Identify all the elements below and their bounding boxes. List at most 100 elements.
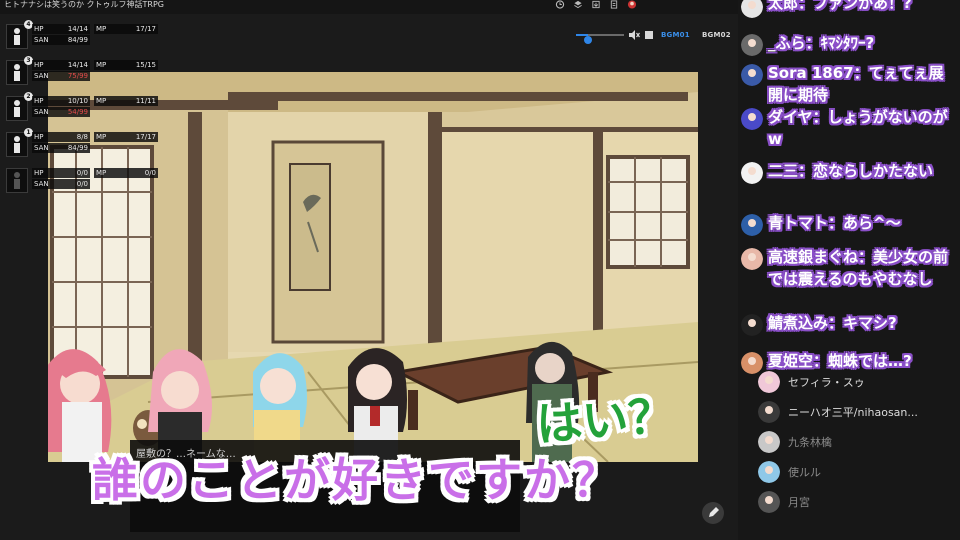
member-avatar-icon (758, 491, 780, 513)
avatar-icon[interactable] (627, 0, 637, 9)
user-avatar-icon (741, 214, 763, 236)
san-value[interactable]: 54/99 (68, 107, 88, 117)
hp-label: HP (34, 25, 44, 33)
member-avatar-icon (758, 431, 780, 453)
character-status-5[interactable]: HP 0/0 MP 0/0 SAN 0/0 (6, 168, 158, 193)
san-value[interactable]: 75/99 (68, 71, 88, 81)
chat-message-text: Sora 1867：てぇてぇ展開に期待 (768, 62, 958, 106)
member-avatar-icon (758, 461, 780, 483)
member-avatar-icon (758, 371, 780, 393)
edit-button[interactable] (702, 502, 724, 524)
san-value[interactable]: 84/99 (68, 35, 88, 45)
mp-value[interactable]: 0/0 (145, 168, 156, 178)
chat-message: 高速銀まぐね：美少女の前では震えるのもやむなし (738, 246, 960, 316)
member-avatar (758, 371, 780, 393)
hp-label: HP (34, 133, 44, 141)
user-avatar-icon (741, 108, 763, 130)
member-item[interactable]: 使ルル (738, 457, 960, 487)
chat-message-text: ダイヤ：しょうがないのがw (768, 106, 958, 150)
member-avatar (758, 491, 780, 513)
member-name: ニーハオ三平/nihaosan... (788, 406, 918, 419)
hp-value[interactable]: 8/8 (77, 132, 88, 142)
hp-value[interactable]: 14/14 (68, 24, 88, 34)
chat-avatar (741, 162, 763, 184)
member-avatar (758, 401, 780, 423)
hp-label: HP (34, 97, 44, 105)
mp-label: MP (96, 169, 107, 177)
chat-author: 鯖煮込み (768, 314, 829, 332)
pencil-icon (709, 507, 719, 517)
member-list: セフィラ・スゥニーハオ三平/nihaosan... 九条林檎使ルル月宮 (738, 367, 960, 517)
chat-message: 二三：恋ならしかたない (738, 160, 960, 208)
member-name: 九条林檎 (788, 436, 832, 449)
chat-message-text: 二三：恋ならしかたない (768, 160, 958, 182)
layers-icon[interactable] (573, 0, 583, 9)
character-figure-icon (14, 100, 20, 117)
member-item[interactable]: 九条林檎 (738, 427, 960, 457)
character-portrait[interactable] (6, 168, 28, 193)
member-avatar (758, 431, 780, 453)
mp-value[interactable]: 17/17 (136, 132, 156, 142)
chat-message: Sora 1867：てぇてぇ展開に期待 (738, 62, 960, 110)
character-stats: HP 10/10 MP 11/11 SAN 54/99 (32, 96, 158, 118)
character-status-3[interactable]: 2 HP 10/10 MP 11/11 SAN 54/99 (6, 92, 158, 121)
character-status-2[interactable]: 3 HP 14/14 MP 15/15 SAN 75/99 (6, 56, 158, 85)
hp-value[interactable]: 14/14 (68, 60, 88, 70)
san-value[interactable]: 0/0 (77, 179, 88, 189)
chat-author: Sora 1867 (768, 64, 854, 82)
mp-label: MP (96, 133, 107, 141)
member-name: 使ルル (788, 466, 821, 479)
mp-value[interactable]: 15/15 (136, 60, 156, 70)
chat-message-text: 青トマト：あら^～ (768, 212, 958, 234)
clock-icon[interactable] (555, 0, 565, 9)
san-label: SAN (34, 144, 49, 152)
chat-message-text: 鯖煮込み：キマシ? (768, 312, 958, 334)
user-avatar-icon (741, 34, 763, 56)
chat-message-text: 太郎：ファンかあ！? (768, 0, 958, 14)
chat-body: ：キマシ? (828, 314, 897, 332)
character-status-1[interactable]: 4 HP 14/14 MP 17/17 SAN 84/99 (6, 20, 158, 49)
user-avatar-icon (741, 248, 763, 270)
character-figure-icon (14, 64, 20, 81)
volume-handle[interactable] (584, 36, 592, 44)
hp-label: HP (34, 169, 44, 177)
toolbar (555, 0, 637, 9)
san-label: SAN (34, 180, 49, 188)
user-avatar-icon (741, 314, 763, 336)
member-item[interactable]: 月宮 (738, 487, 960, 517)
chat-author: 二三 (768, 162, 799, 180)
chat-author: 太郎 (768, 0, 799, 12)
character-stats: HP 14/14 MP 17/17 SAN 84/99 (32, 24, 158, 46)
chat-message: ダイヤ：しょうがないのがw (738, 106, 960, 154)
chat-message: 青トマト：あら^～ (738, 212, 960, 238)
character-stats: HP 8/8 MP 17/17 SAN 84/99 (32, 132, 158, 154)
mp-value[interactable]: 17/17 (136, 24, 156, 34)
export-icon[interactable] (591, 0, 601, 9)
chat-body: ：ファンかあ！? (798, 0, 912, 12)
chat-avatar (741, 214, 763, 236)
bgm02-button[interactable]: BGM02 (702, 31, 731, 39)
document-icon[interactable] (609, 0, 619, 9)
user-avatar-icon (741, 162, 763, 184)
hp-value[interactable]: 0/0 (77, 168, 88, 178)
mp-label: MP (96, 97, 107, 105)
user-avatar-icon (741, 0, 763, 18)
chat-avatar (741, 314, 763, 336)
member-item[interactable]: セフィラ・スゥ (738, 367, 960, 397)
caption-main: 誰のことが好きですか？ (92, 453, 620, 507)
character-figure-icon (14, 136, 20, 153)
mp-label: MP (96, 25, 107, 33)
stop-icon[interactable] (645, 31, 653, 39)
mp-value[interactable]: 11/11 (136, 96, 156, 106)
mute-icon[interactable] (628, 29, 640, 41)
chat-message-text: _ふら：ｷﾏｼﾀﾜｰ? (768, 32, 958, 54)
member-item[interactable]: ニーハオ三平/nihaosan... (738, 397, 960, 427)
hp-value[interactable]: 10/10 (68, 96, 88, 106)
member-avatar (758, 461, 780, 483)
character-status-4[interactable]: 1 HP 8/8 MP 17/17 SAN 84/99 (6, 128, 158, 157)
chat-avatar (741, 108, 763, 130)
san-label: SAN (34, 72, 49, 80)
bgm01-button[interactable]: BGM01 (661, 31, 690, 39)
volume-slider[interactable] (576, 34, 624, 44)
san-value[interactable]: 84/99 (68, 143, 88, 153)
